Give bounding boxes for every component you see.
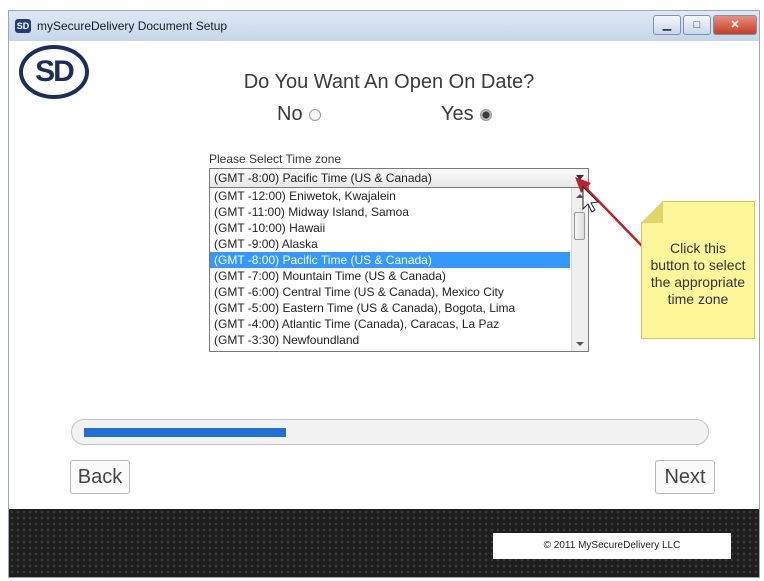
timezone-option-highlighted[interactable]: (GMT -8:00) Pacific Time (US & Canada) [210, 252, 570, 268]
window-controls: ▁ □ ✕ [653, 15, 757, 35]
timezone-option-list[interactable]: (GMT -12:00) Eniwetok, Kwajalein (GMT -1… [209, 188, 589, 352]
progress-bar [71, 419, 709, 445]
option-yes-label: Yes [441, 103, 474, 125]
back-button[interactable]: Back [70, 460, 130, 494]
option-yes[interactable]: Yes [441, 103, 492, 126]
timezone-option[interactable]: (GMT -3:30) Newfoundland [210, 332, 570, 348]
option-no[interactable]: No [277, 103, 321, 126]
close-button[interactable]: ✕ [713, 15, 757, 35]
option-no-label: No [277, 103, 303, 125]
timezone-label: Please Select Time zone [209, 152, 342, 166]
app-icon: SD [15, 19, 31, 33]
title-bar[interactable]: SD mySecureDelivery Document Setup ▁ □ ✕ [9, 11, 759, 42]
timezone-dropdown[interactable]: (GMT -8:00) Pacific Time (US & Canada) [209, 168, 589, 188]
minimize-button[interactable]: ▁ [653, 15, 681, 35]
window-title: mySecureDelivery Document Setup [37, 19, 228, 33]
callout-text: Click this button to select the appropri… [650, 240, 746, 307]
timezone-option[interactable]: (GMT -11:00) Midway Island, Samoa [210, 204, 570, 220]
dialog-content: SD Do You Want An Open On Date? No Yes P… [9, 41, 759, 577]
callout-fold [641, 201, 663, 223]
radio-yes[interactable] [479, 108, 492, 121]
timezone-option[interactable]: (GMT -10:00) Hawaii [210, 220, 570, 236]
timezone-option[interactable]: (GMT -5:00) Eastern Time (US & Canada), … [210, 300, 570, 316]
maximize-button[interactable]: □ [683, 15, 711, 35]
next-button[interactable]: Next [655, 460, 715, 494]
timezone-option[interactable]: (GMT -4:00) Atlantic Time (Canada), Cara… [210, 316, 570, 332]
setup-window: SD mySecureDelivery Document Setup ▁ □ ✕… [8, 10, 760, 578]
timezone-option[interactable]: (GMT -6:00) Central Time (US & Canada), … [210, 284, 570, 300]
scroll-down-icon[interactable] [576, 342, 584, 346]
timezone-option[interactable]: (GMT -9:00) Alaska [210, 236, 570, 252]
timezone-option[interactable]: (GMT -12:00) Eniwetok, Kwajalein [210, 188, 570, 204]
timezone-option[interactable]: (GMT -7:00) Mountain Time (US & Canada) [210, 268, 570, 284]
radio-no[interactable] [308, 108, 321, 121]
open-on-date-question: Do You Want An Open On Date? [243, 71, 535, 93]
progress-fill [84, 428, 286, 437]
timezone-selected-value: (GMT -8:00) Pacific Time (US & Canada) [214, 171, 432, 185]
copyright-notice: © 2011 MySecureDelivery LLC [493, 533, 731, 559]
footer-band: © 2011 MySecureDelivery LLC [9, 509, 759, 577]
